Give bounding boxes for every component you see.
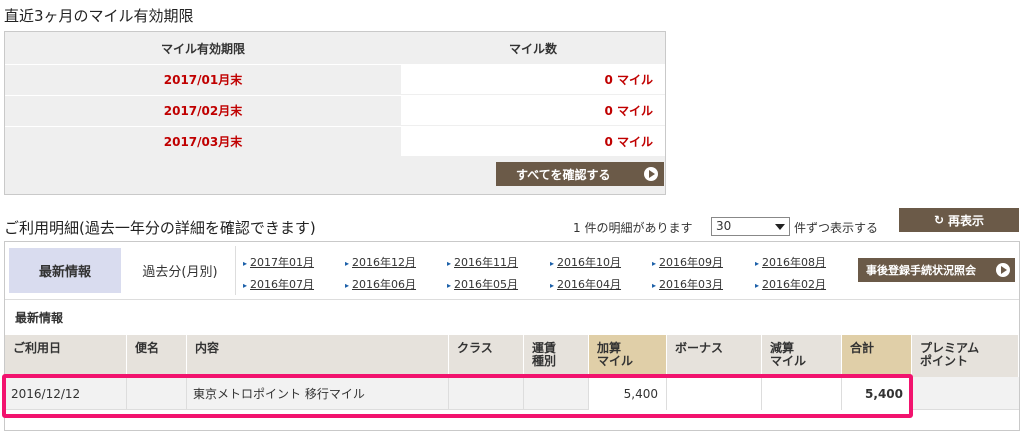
month-link[interactable]: 2016年05月 bbox=[447, 276, 518, 292]
month-link[interactable]: 2016年06月 bbox=[345, 276, 416, 292]
col-header-flight: 便名 bbox=[127, 335, 187, 377]
col-header-class: クラス bbox=[449, 335, 524, 377]
expiry-date: 2017/01月末 bbox=[163, 73, 243, 87]
refresh-button[interactable]: ↻ 再表示 bbox=[899, 208, 1019, 232]
expiry-miles: 0 マイル bbox=[401, 127, 665, 156]
month-link[interactable]: 2016年07月 bbox=[243, 276, 314, 292]
col-header-miles: マイル数 bbox=[508, 41, 557, 56]
col-fare-label-2: 種別 bbox=[532, 354, 557, 368]
col-total-label: 合計 bbox=[850, 341, 875, 355]
col-header-add-miles: 加算 マイル bbox=[589, 335, 667, 377]
refresh-label: 再表示 bbox=[948, 213, 985, 228]
refresh-icon: ↻ bbox=[933, 213, 945, 227]
expiration-box: マイル有効期限 マイル数 2017/01月末 0 マイル 2017/02月末 0… bbox=[4, 31, 666, 195]
expiration-row: 2017/01月末 0 マイル bbox=[5, 64, 665, 94]
expiry-date: 2017/03月末 bbox=[163, 135, 243, 149]
col-class-label: クラス bbox=[457, 341, 493, 355]
tab-bar: 最新情報 過去分(月別) 2017年01月 2016年12月 2016年11月 … bbox=[5, 242, 1019, 298]
arrow-right-icon bbox=[644, 167, 658, 181]
arrow-right-icon bbox=[996, 263, 1010, 277]
chevron-down-icon bbox=[775, 224, 785, 230]
cell-premium bbox=[912, 377, 1019, 410]
col-header-bonus: ボーナス bbox=[667, 335, 762, 377]
month-link[interactable]: 2016年09月 bbox=[652, 254, 723, 270]
col-header-total: 合計 bbox=[842, 335, 912, 377]
after-registration-button[interactable]: 事後登録手続状況照会 bbox=[858, 258, 1015, 282]
section-label: 最新情報 bbox=[5, 299, 1019, 335]
row-highlight-box bbox=[2, 374, 913, 418]
confirm-all-button[interactable]: すべてを確認する bbox=[496, 162, 664, 186]
table-header: ご利用日 便名 内容 クラス 運賃 種別 加算 マイル ボーナス 減算 マイル 合計 … bbox=[5, 335, 1019, 377]
expiry-miles: 0 マイル bbox=[401, 65, 665, 94]
month-link[interactable]: 2016年10月 bbox=[550, 254, 621, 270]
expiration-title: 直近3ヶ月のマイル有効期限 bbox=[4, 7, 194, 25]
per-page-value: 30 bbox=[716, 219, 732, 233]
col-header-content: 内容 bbox=[187, 335, 449, 377]
expiration-row: 2017/03月末 0 マイル bbox=[5, 126, 665, 156]
col-fare-label-1: 運賃 bbox=[532, 341, 557, 355]
col-sub-label-1: 減算 bbox=[770, 341, 795, 355]
col-content-label: 内容 bbox=[195, 341, 220, 355]
col-premium-label-1: プレミアム bbox=[920, 341, 980, 355]
expiration-header: マイル有効期限 マイル数 bbox=[5, 32, 665, 64]
month-link[interactable]: 2016年12月 bbox=[345, 254, 416, 270]
col-add-label-1: 加算 bbox=[597, 341, 622, 355]
month-link[interactable]: 2016年02月 bbox=[755, 276, 826, 292]
per-page-select[interactable]: 30 bbox=[711, 217, 790, 236]
expiry-date: 2017/02月末 bbox=[163, 104, 243, 118]
tab-latest[interactable]: 最新情報 bbox=[9, 248, 121, 293]
col-premium-label-2: ポイント bbox=[920, 354, 969, 368]
col-flight-label: 便名 bbox=[135, 341, 160, 355]
col-header-premium: プレミアム ポイント bbox=[912, 335, 1019, 377]
month-link[interactable]: 2016年03月 bbox=[652, 276, 723, 292]
col-sub-label-2: マイル bbox=[770, 354, 807, 368]
month-link[interactable]: 2016年11月 bbox=[447, 254, 518, 270]
col-header-expiry-date: マイル有効期限 bbox=[160, 41, 245, 56]
month-link[interactable]: 2017年01月 bbox=[243, 254, 314, 270]
col-add-label-2: マイル bbox=[597, 354, 634, 368]
col-header-fare-type: 運賃 種別 bbox=[524, 335, 589, 377]
month-link[interactable]: 2016年08月 bbox=[755, 254, 826, 270]
col-bonus-label: ボーナス bbox=[675, 341, 724, 355]
col-date-label: ご利用日 bbox=[13, 341, 62, 355]
expiration-row: 2017/02月末 0 マイル bbox=[5, 95, 665, 125]
tab-past-monthly[interactable]: 過去分(月別) bbox=[125, 246, 236, 295]
after-registration-label: 事後登録手続状況照会 bbox=[866, 264, 976, 277]
month-link[interactable]: 2016年04月 bbox=[550, 276, 621, 292]
record-count: 1 件の明細があります bbox=[573, 221, 693, 235]
usage-title: ご利用明細(過去一年分の詳細を確認できます) bbox=[4, 219, 316, 237]
expiry-miles: 0 マイル bbox=[401, 96, 665, 125]
per-page-suffix: 件ずつ表示する bbox=[794, 221, 879, 235]
col-header-sub-miles: 減算 マイル bbox=[762, 335, 842, 377]
confirm-all-label: すべてを確認する bbox=[516, 167, 611, 182]
col-header-date: ご利用日 bbox=[5, 335, 127, 377]
